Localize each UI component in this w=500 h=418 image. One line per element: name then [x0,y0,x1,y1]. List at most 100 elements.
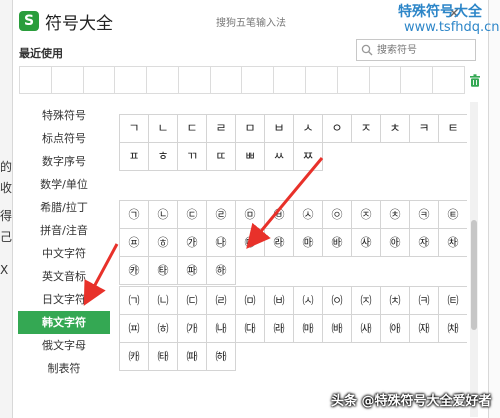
symbol-cell[interactable]: ㉵ [381,229,410,257]
category-item[interactable]: 数字序号 [18,150,110,173]
symbol-cell[interactable]: ㈓ [323,315,352,343]
symbol-cell[interactable]: ㅉ [294,143,323,171]
symbol-cell[interactable]: ㉬ [120,229,149,257]
symbol-cell[interactable]: ㈎ [178,315,207,343]
category-item[interactable]: 韩文字符 [18,311,110,334]
symbol-cell[interactable]: ㉤ [236,201,265,229]
symbol-cell[interactable]: ㈙ [149,343,178,371]
search-input[interactable] [377,42,473,58]
category-item[interactable]: 俄文字母 [18,334,110,357]
symbol-cell[interactable]: ㉴ [352,229,381,257]
recent-symbol-cell[interactable] [211,67,243,93]
symbol-cell[interactable]: ㉭ [149,229,178,257]
symbol-cell[interactable]: ㈂ [178,287,207,315]
symbol-cell[interactable]: ㉲ [294,229,323,257]
symbol-cell[interactable]: ㈘ [120,343,149,371]
symbol-cell[interactable]: ㈒ [294,315,323,343]
symbol-cell[interactable]: ㉢ [178,201,207,229]
symbol-cell[interactable]: ㈛ [207,343,236,371]
symbol-cell[interactable]: ㉷ [439,229,467,257]
symbol-cell[interactable]: ㉳ [323,229,352,257]
symbol-cell[interactable]: ㅍ [120,143,149,171]
symbol-cell[interactable]: ㉪ [410,201,439,229]
symbol-cell[interactable]: ㉻ [207,257,236,285]
symbol-cell[interactable]: ㈅ [265,287,294,315]
trash-icon[interactable] [469,74,481,87]
recent-symbol-cell[interactable] [179,67,211,93]
symbol-cell[interactable]: ㉧ [323,201,352,229]
category-item[interactable]: 中文字符 [18,242,110,265]
symbol-cell[interactable]: ㉥ [265,201,294,229]
symbol-cell[interactable]: ㈋ [439,287,467,315]
symbol-cell[interactable]: ㈔ [352,315,381,343]
symbol-cell[interactable]: ㈁ [149,287,178,315]
scrollbar[interactable] [470,102,478,417]
symbol-cell[interactable]: ㈏ [207,315,236,343]
symbol-cell[interactable]: ㄴ [149,115,178,143]
symbol-cell[interactable]: ㈌ [120,315,149,343]
category-item[interactable]: 拼音/注音 [18,219,110,242]
symbol-cell[interactable]: ㅃ [236,143,265,171]
category-item[interactable]: 制表符 [18,357,110,380]
symbol-cell[interactable]: ㈗ [439,315,467,343]
symbol-cell[interactable]: ㅋ [410,115,439,143]
symbol-cell[interactable]: ㄹ [207,115,236,143]
symbol-cell[interactable]: ㄷ [178,115,207,143]
symbol-cell[interactable]: ㉩ [381,201,410,229]
symbol-cell[interactable]: ㉫ [439,201,467,229]
symbol-cell[interactable]: ㈃ [207,287,236,315]
symbol-cell[interactable]: ㉠ [120,201,149,229]
symbol-cell[interactable]: ㉨ [352,201,381,229]
symbol-cell[interactable]: ㉮ [178,229,207,257]
category-item[interactable]: 数学/单位 [18,173,110,196]
symbol-cell[interactable]: ㈚ [178,343,207,371]
symbol-cell[interactable]: ㈖ [410,315,439,343]
category-item[interactable]: 希腊/拉丁 [18,196,110,219]
category-item[interactable]: 日文字符 [18,288,110,311]
category-item[interactable]: 特殊符号 [18,104,110,127]
search-box[interactable] [356,39,476,61]
symbol-cell[interactable]: ㅆ [265,143,294,171]
recent-symbol-cell[interactable] [115,67,148,93]
recent-symbol-cell[interactable] [401,67,434,93]
symbol-cell[interactable]: ㈀ [120,287,149,315]
symbol-cell[interactable]: ㅌ [439,115,467,143]
recent-symbol-cell[interactable] [338,67,370,93]
symbol-cell[interactable]: ㈊ [410,287,439,315]
recent-symbol-cell[interactable] [433,67,465,93]
symbol-cell[interactable]: ㈐ [236,315,265,343]
category-item[interactable]: 标点符号 [18,127,110,150]
symbol-cell[interactable]: ㉡ [149,201,178,229]
symbol-cell[interactable]: ㈈ [352,287,381,315]
recent-symbol-cell[interactable] [274,67,307,93]
symbol-cell[interactable]: ㅅ [294,115,323,143]
symbol-cell[interactable]: ㄸ [207,143,236,171]
symbol-cell[interactable]: ㅇ [323,115,352,143]
symbol-cell[interactable]: ㈆ [294,287,323,315]
symbol-cell[interactable]: ㉣ [207,201,236,229]
scrollbar-thumb[interactable] [471,220,477,330]
symbol-cell[interactable]: ㉱ [265,229,294,257]
symbol-cell[interactable]: ㅂ [265,115,294,143]
symbol-cell[interactable]: ㈍ [149,315,178,343]
recent-symbol-cell[interactable] [52,67,84,93]
recent-symbol-cell[interactable] [20,67,52,93]
symbol-cell[interactable]: ㅈ [352,115,381,143]
symbol-cell[interactable]: ㉸ [120,257,149,285]
symbol-cell[interactable]: ㅁ [236,115,265,143]
recent-symbol-cell[interactable] [84,67,116,93]
symbol-cell[interactable]: ㉦ [294,201,323,229]
recent-symbol-cell[interactable] [242,67,275,93]
symbol-cell[interactable]: ㉹ [149,257,178,285]
symbol-cell[interactable]: ㈉ [381,287,410,315]
symbol-cell[interactable]: ㉰ [236,229,265,257]
recent-symbol-cell[interactable] [370,67,402,93]
symbol-cell[interactable]: ㉶ [410,229,439,257]
symbol-cell[interactable]: ㈕ [381,315,410,343]
symbol-cell[interactable]: ㅊ [381,115,410,143]
symbol-cell[interactable]: ㅎ [149,143,178,171]
symbol-cell[interactable]: ㈇ [323,287,352,315]
symbol-cell[interactable]: ㄲ [178,143,207,171]
recent-symbol-cell[interactable] [147,67,179,93]
symbol-cell[interactable]: ㉯ [207,229,236,257]
